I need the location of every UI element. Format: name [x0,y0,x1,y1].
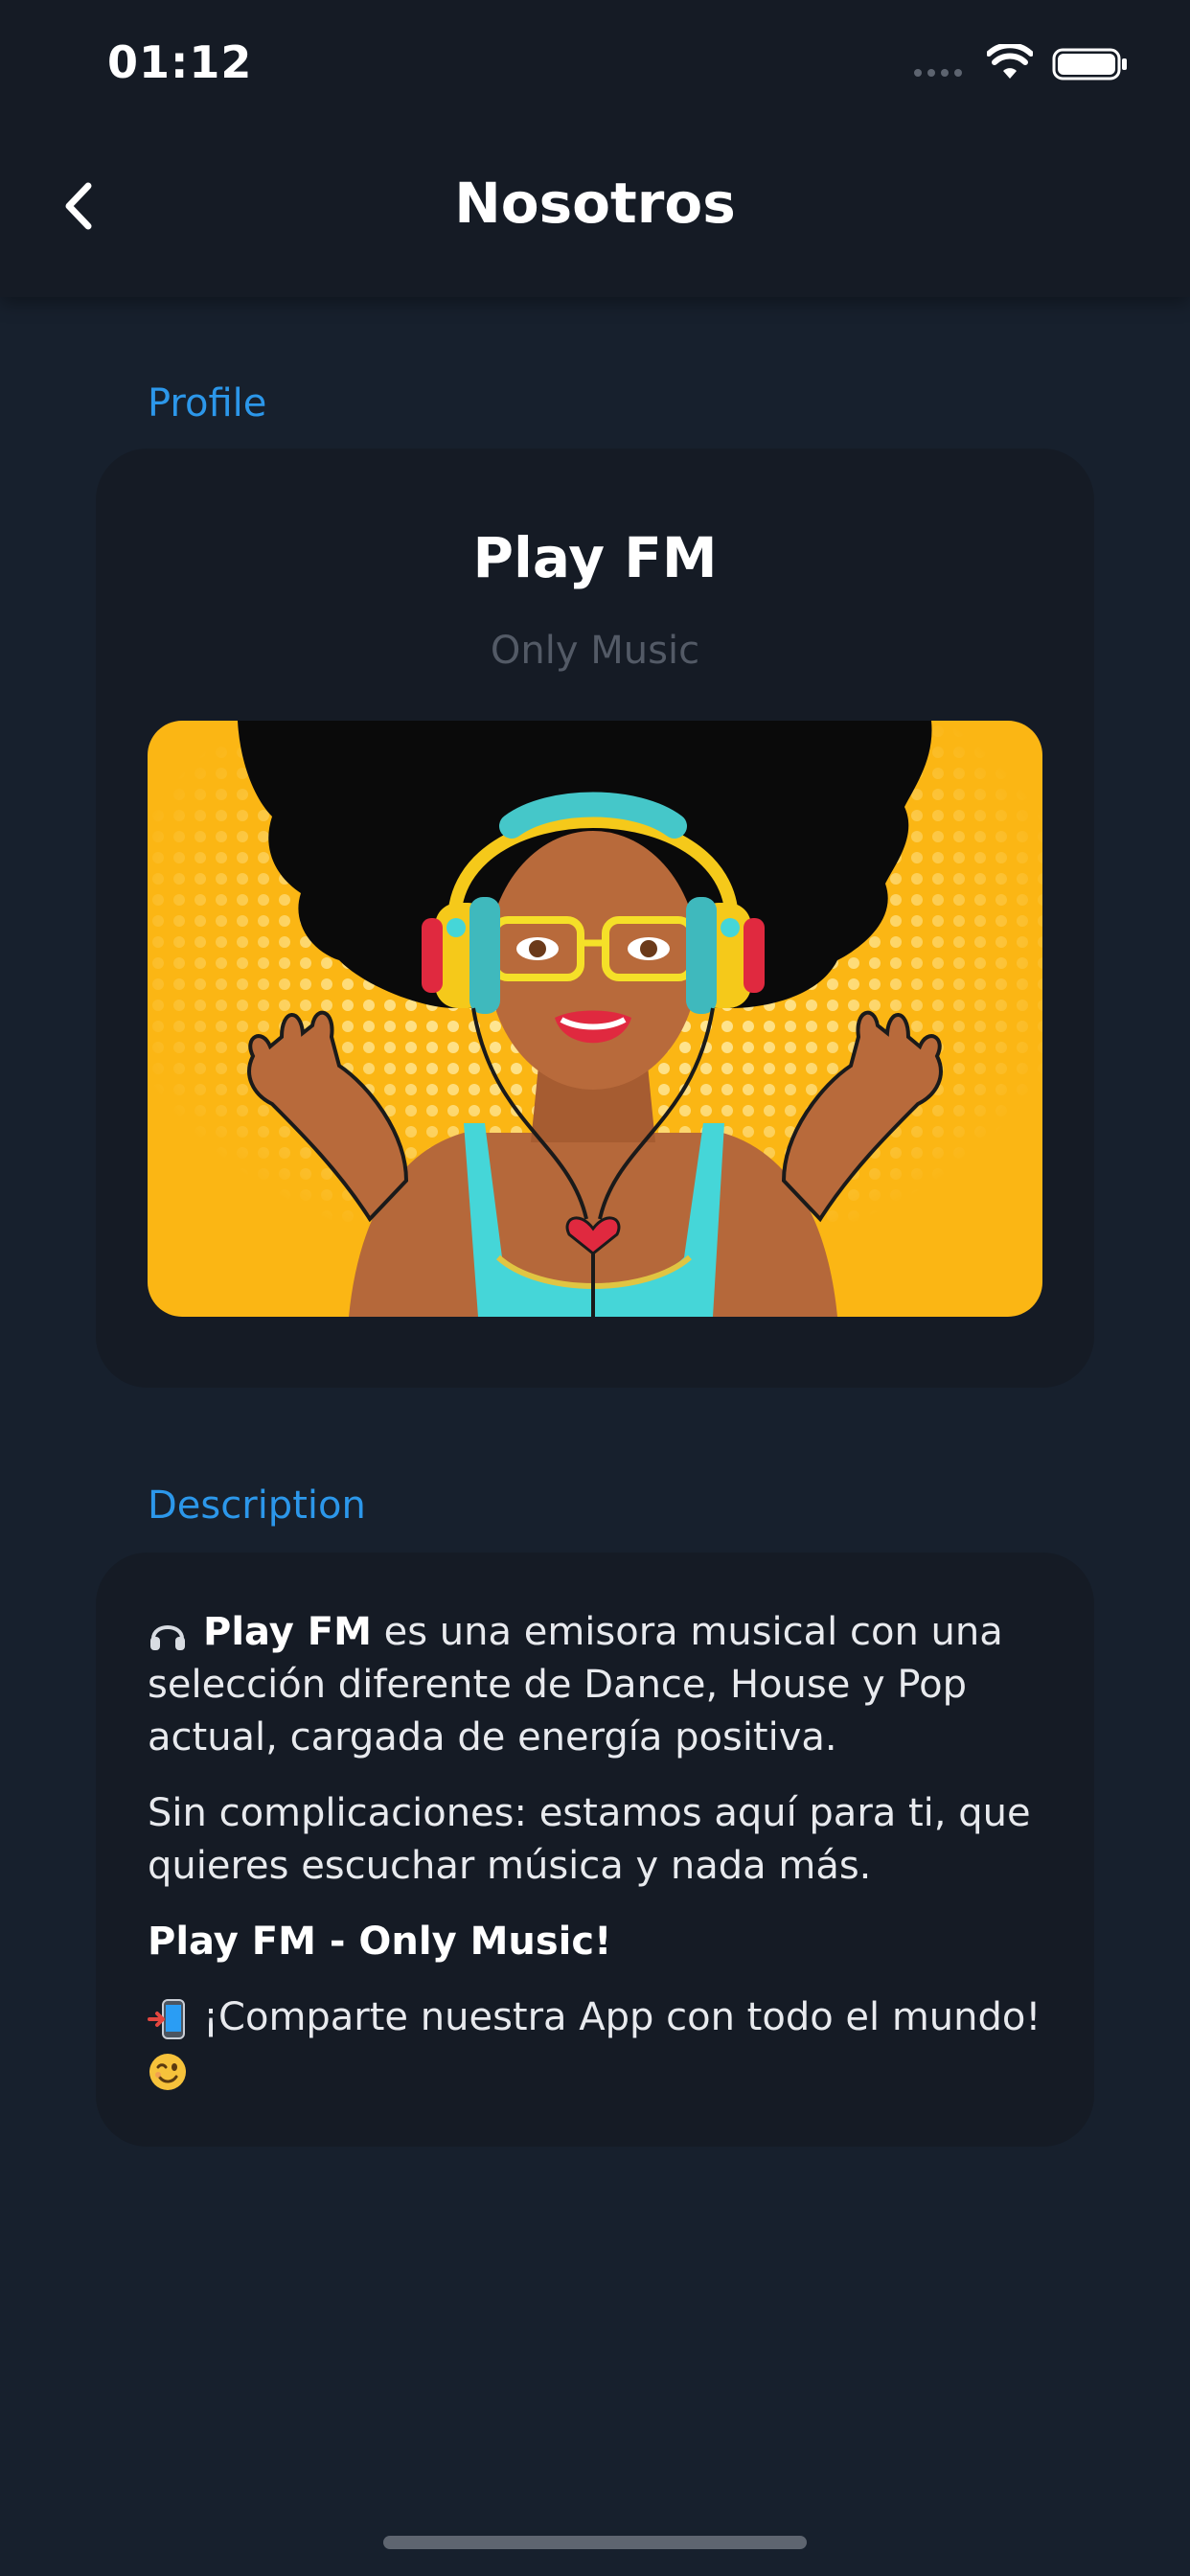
status-time: 01:12 [107,36,253,88]
cellular-signal-icon [914,69,962,77]
description-paragraph-1: Play FM es una emisora musical con una s… [148,1606,1058,1764]
profile-section-label: Profile [148,381,267,426]
slogan-text: Play FM - Only Music! [148,1920,612,1964]
description-paragraph-4: ¡Comparte nuestra App con todo el mundo! [148,1991,1058,2097]
headphones-icon [150,1625,185,1650]
battery-icon [1052,48,1127,80]
phone-share-icon [148,1999,185,2039]
home-indicator[interactable] [383,2536,807,2549]
top-bar: 01:12 Nosotros [0,0,1190,297]
description-section-label: Description [148,1484,366,1528]
description-card: Play FM es una emisora musical con una s… [96,1552,1094,2147]
wink-emoji-icon [149,2054,186,2090]
station-name-inline: Play FM [203,1610,372,1654]
description-text: Play FM es una emisora musical con una s… [148,1606,1058,2120]
description-paragraph-3: Play FM - Only Music! [148,1916,1058,1968]
station-name: Play FM [472,525,718,590]
page-title: Nosotros [454,171,736,236]
station-tagline: Only Music [490,629,700,673]
wifi-icon [987,44,1033,79]
description-paragraph-2: Sin complicaciones: estamos aquí para ti… [148,1791,1031,1888]
profile-card: Play FM Only Music [96,448,1094,1388]
station-artwork [148,721,1042,1317]
description-p4-text: ¡Comparte nuestra App con todo el mundo! [203,1995,1041,2039]
